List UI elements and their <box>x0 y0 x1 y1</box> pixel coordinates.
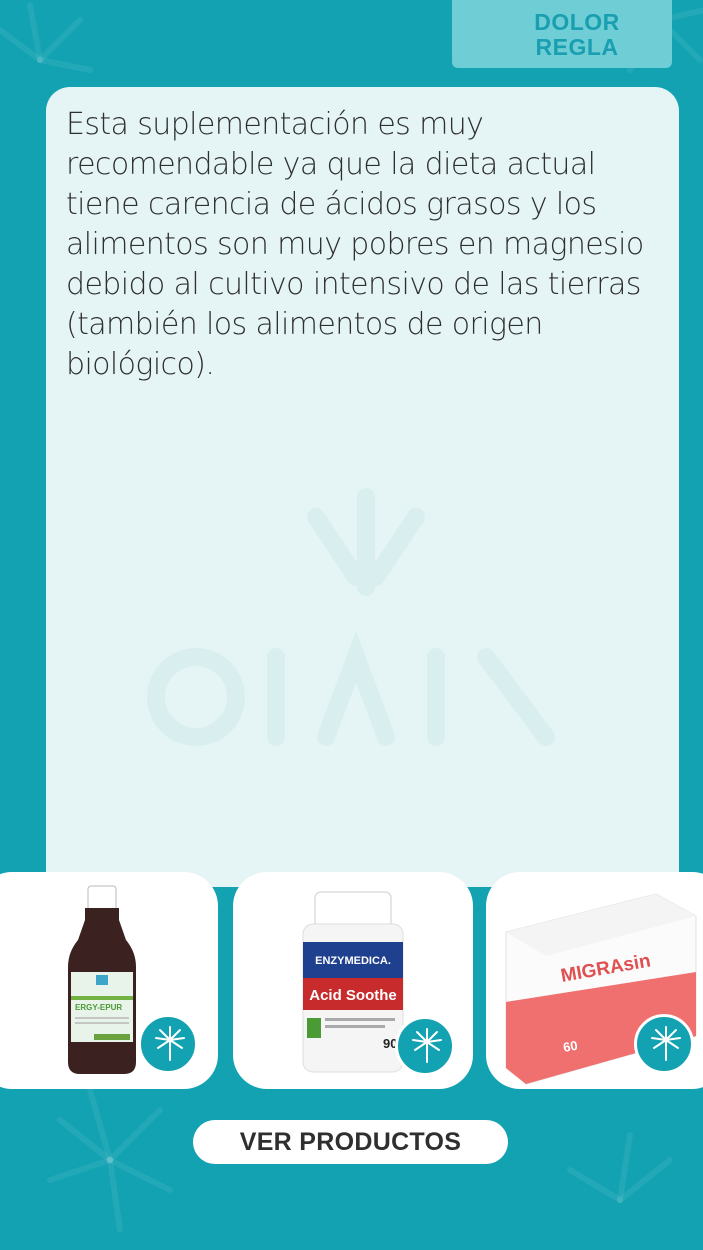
tag-line-1: DOLOR <box>534 9 620 35</box>
dandelion-badge-icon <box>634 1014 694 1074</box>
view-products-button[interactable]: VER PRODUCTOS <box>193 1120 508 1164</box>
product-card-ergy-epur[interactable]: ERGY-EPUR <box>0 872 218 1089</box>
dandelion-badge-icon <box>138 1014 198 1074</box>
panel-description: Esta suplementación es muy recomendable … <box>66 107 644 382</box>
product-card-acid-soothe[interactable]: ENZYMEDICA. Acid Soothe 90 <box>233 872 473 1089</box>
watermark-logo <box>147 488 555 746</box>
product-card-migrasin[interactable]: MIGRAsin 60 <box>486 872 703 1089</box>
tag-line-2: REGLA <box>535 34 619 60</box>
info-panel: Esta suplementación es muy recomendable … <box>46 87 679 887</box>
product-1-name: ERGY-EPUR <box>75 1003 122 1012</box>
product-2-brand: ENZYMEDICA. <box>315 955 391 967</box>
product-2-name: Acid Soothe <box>309 987 397 1004</box>
product-3-count: 60 <box>562 1038 579 1055</box>
category-tag[interactable]: DOLOR REGLA <box>452 0 672 68</box>
dandelion-badge-icon <box>395 1016 455 1076</box>
